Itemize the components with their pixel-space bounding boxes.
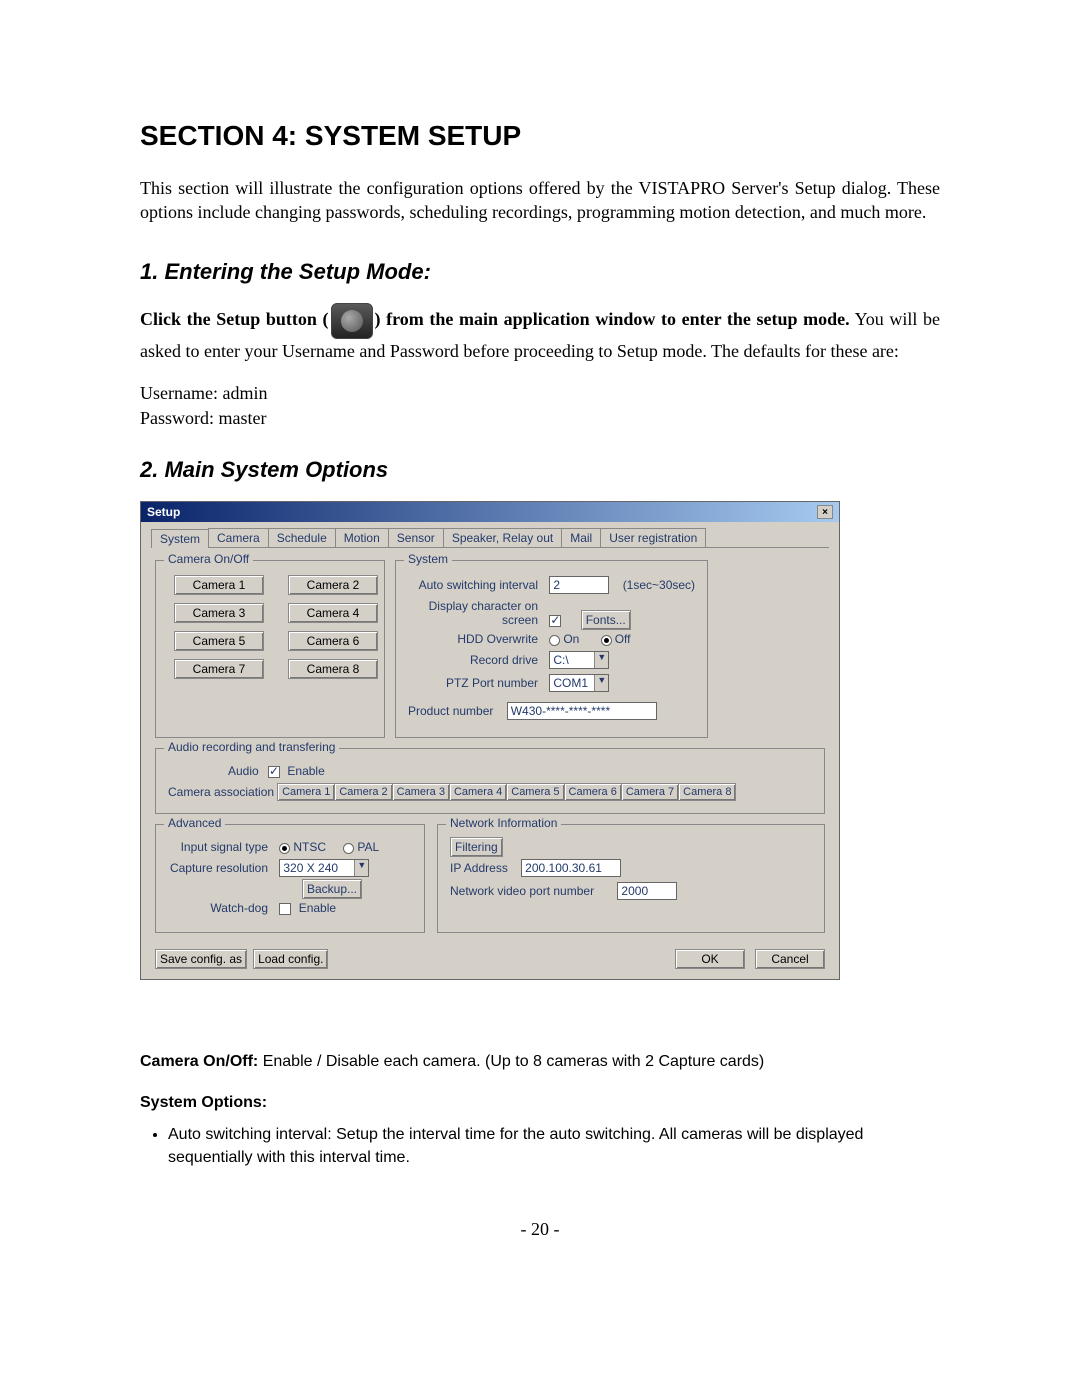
section-title: SECTION 4: SYSTEM SETUP <box>140 120 940 152</box>
tab-sensor[interactable]: Sensor <box>388 528 444 547</box>
cancel-button[interactable]: Cancel <box>755 949 825 969</box>
dispchar-label: Display character on screen <box>408 599 538 627</box>
watchdog-checkbox[interactable] <box>279 903 291 915</box>
cam-desc-label: Camera On/Off: <box>140 1053 258 1070</box>
tab-mail[interactable]: Mail <box>561 528 601 547</box>
hdd-on-label: On <box>563 632 579 646</box>
ip-field: 200.100.30.61 <box>521 859 621 877</box>
bullet-autoswitch: Auto switching interval: Setup the inter… <box>168 1123 940 1169</box>
ntsc-radio[interactable] <box>279 843 290 854</box>
cam-desc-text: Enable / Disable each camera. (Up to 8 c… <box>258 1053 764 1070</box>
fieldset-camera-onoff: Camera On/Off Camera 1 Camera 2 Camera 3… <box>155 560 385 738</box>
camera-8-button[interactable]: Camera 8 <box>288 659 378 679</box>
product-label: Product number <box>408 704 493 718</box>
audio-label: Audio <box>228 764 259 778</box>
fieldset-audio: Audio recording and transfering Audio En… <box>155 748 825 814</box>
ntsc-label: NTSC <box>293 840 326 854</box>
tab-system[interactable]: System <box>151 529 209 548</box>
assoc-cam-2[interactable]: Camera 2 <box>334 783 392 801</box>
legend-network: Network Information <box>446 816 561 830</box>
setup-button-icon <box>331 303 373 339</box>
autoswitch-label: Auto switching interval <box>408 578 538 592</box>
audio-enable-checkbox[interactable] <box>268 766 280 778</box>
sysopt-label: System Options: <box>140 1094 267 1111</box>
tabs-row: System Camera Schedule Motion Sensor Spe… <box>141 522 839 547</box>
setup-para-a: Click the Setup button ( <box>140 309 329 329</box>
tab-schedule[interactable]: Schedule <box>268 528 336 547</box>
assoc-cam-6[interactable]: Camera 6 <box>564 783 622 801</box>
hdd-label: HDD Overwrite <box>408 632 538 646</box>
fieldset-system: System Auto switching interval 2 (1sec~3… <box>395 560 708 738</box>
legend-cam: Camera On/Off <box>164 552 253 566</box>
dispchar-checkbox[interactable] <box>549 615 561 627</box>
pal-radio[interactable] <box>343 843 354 854</box>
fieldset-advanced: Advanced Input signal type NTSC PAL Capt… <box>155 824 425 933</box>
ip-label: IP Address <box>450 861 508 875</box>
camera-7-button[interactable]: Camera 7 <box>174 659 264 679</box>
autoswitch-hint: (1sec~30sec) <box>623 578 695 592</box>
recdrive-select[interactable]: C:\▼ <box>549 651 609 669</box>
fieldset-network: Network Information Filtering IP Address… <box>437 824 825 933</box>
page-number: - 20 - <box>140 1219 940 1240</box>
sig-label: Input signal type <box>168 840 268 854</box>
tab-userreg[interactable]: User registration <box>600 528 706 547</box>
assoc-label: Camera association <box>168 785 274 799</box>
cap-select[interactable]: 320 X 240▼ <box>279 859 369 877</box>
legend-advanced: Advanced <box>164 816 225 830</box>
setup-dialog: Setup × System Camera Schedule Motion Se… <box>140 501 840 980</box>
assoc-cam-5[interactable]: Camera 5 <box>506 783 564 801</box>
password-line: Password: master <box>140 406 940 431</box>
watchdog-enable-label: Enable <box>299 901 336 915</box>
dialog-title: Setup <box>147 505 180 519</box>
watchdog-label: Watch-dog <box>168 901 268 915</box>
backup-button[interactable]: Backup... <box>302 879 362 899</box>
close-icon[interactable]: × <box>817 505 833 519</box>
camera-2-button[interactable]: Camera 2 <box>288 575 378 595</box>
camera-1-button[interactable]: Camera 1 <box>174 575 264 595</box>
intro-text: This section will illustrate the configu… <box>140 176 940 225</box>
camera-5-button[interactable]: Camera 5 <box>174 631 264 651</box>
assoc-cam-8[interactable]: Camera 8 <box>678 783 736 801</box>
recdrive-label: Record drive <box>408 653 538 667</box>
ptz-label: PTZ Port number <box>408 676 538 690</box>
port-label: Network video port number <box>450 884 594 898</box>
assoc-cam-1[interactable]: Camera 1 <box>277 783 335 801</box>
hdd-off-label: Off <box>615 632 631 646</box>
camera-3-button[interactable]: Camera 3 <box>174 603 264 623</box>
assoc-cam-4[interactable]: Camera 4 <box>449 783 507 801</box>
legend-system: System <box>404 552 452 566</box>
hdd-off-radio[interactable] <box>601 635 612 646</box>
ptz-select[interactable]: COM1▼ <box>549 674 609 692</box>
filtering-button[interactable]: Filtering <box>450 837 503 857</box>
subheading-1: 1. Entering the Setup Mode: <box>140 259 940 285</box>
assoc-cam-7[interactable]: Camera 7 <box>621 783 679 801</box>
tab-motion[interactable]: Motion <box>335 528 389 547</box>
pal-label: PAL <box>357 840 379 854</box>
setup-paragraph: Click the Setup button ( ) from the main … <box>140 303 940 363</box>
autoswitch-input[interactable]: 2 <box>549 576 609 594</box>
load-config-button[interactable]: Load config. <box>253 949 328 969</box>
tab-speaker[interactable]: Speaker, Relay out <box>443 528 562 547</box>
camera-4-button[interactable]: Camera 4 <box>288 603 378 623</box>
ok-button[interactable]: OK <box>675 949 745 969</box>
audio-enable-label: Enable <box>287 764 324 778</box>
save-config-button[interactable]: Save config. as <box>155 949 247 969</box>
fonts-button[interactable]: Fonts... <box>581 610 631 630</box>
username-line: Username: admin <box>140 381 940 406</box>
tab-camera[interactable]: Camera <box>208 528 269 547</box>
setup-para-b: ) from the main application window to en… <box>375 309 850 329</box>
product-field[interactable]: W430-****-****-**** <box>507 702 657 720</box>
camera-6-button[interactable]: Camera 6 <box>288 631 378 651</box>
cap-label: Capture resolution <box>168 861 268 875</box>
port-field[interactable]: 2000 <box>617 882 677 900</box>
subheading-2: 2. Main System Options <box>140 457 940 483</box>
legend-audio: Audio recording and transfering <box>164 740 339 754</box>
assoc-cam-3[interactable]: Camera 3 <box>392 783 450 801</box>
hdd-on-radio[interactable] <box>549 635 560 646</box>
